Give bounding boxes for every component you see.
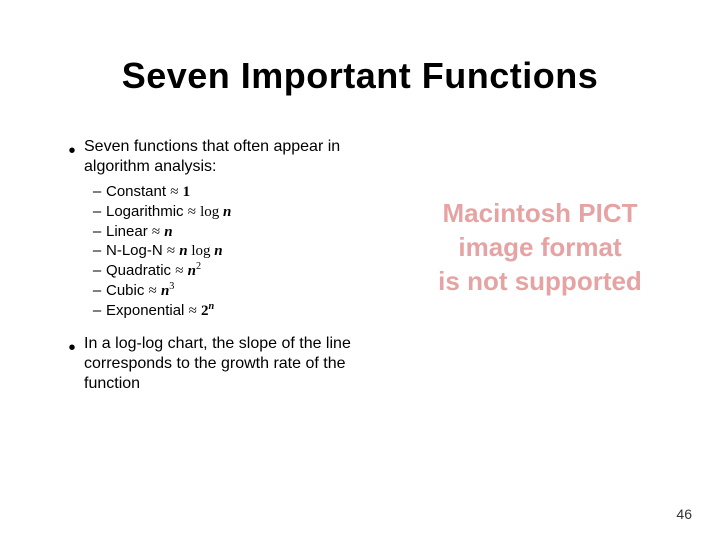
bullet-item: • In a log-log chart, the slope of the l… bbox=[60, 334, 390, 394]
image-placeholder: Macintosh PICT image format is not suppo… bbox=[420, 137, 660, 400]
function-entry: Logarithmic ≈ log n bbox=[106, 203, 390, 222]
function-entry: N-Log-N ≈ n log n bbox=[106, 242, 390, 261]
placeholder-line: image format bbox=[420, 231, 660, 265]
placeholder-line: Macintosh PICT bbox=[420, 197, 660, 231]
list-item: – Quadratic ≈ n2 bbox=[88, 262, 390, 281]
approx-symbol: ≈ bbox=[167, 243, 175, 259]
placeholder-line: is not supported bbox=[420, 265, 660, 299]
function-name: Linear bbox=[106, 223, 148, 240]
dash-glyph: – bbox=[88, 223, 106, 242]
dash-glyph: – bbox=[88, 242, 106, 261]
page-number: 46 bbox=[676, 506, 692, 522]
bullet-glyph: • bbox=[60, 334, 84, 394]
approx-symbol: ≈ bbox=[175, 263, 183, 279]
function-entry: Quadratic ≈ n2 bbox=[106, 262, 390, 281]
function-name: N-Log-N bbox=[106, 242, 163, 259]
list-item: – Cubic ≈ n3 bbox=[88, 282, 390, 301]
function-expr: 2n bbox=[201, 303, 214, 319]
function-entry: Exponential ≈ 2n bbox=[106, 302, 390, 321]
function-expr: n2 bbox=[188, 263, 201, 279]
function-expr: n bbox=[164, 224, 172, 240]
function-expr: log n bbox=[200, 204, 231, 220]
function-expr: 1 bbox=[183, 184, 191, 200]
function-name: Cubic bbox=[106, 282, 144, 299]
left-column: • Seven functions that often appear in a… bbox=[60, 137, 390, 400]
dash-glyph: – bbox=[88, 282, 106, 301]
approx-symbol: ≈ bbox=[188, 204, 196, 220]
bullet-text: In a log-log chart, the slope of the lin… bbox=[84, 334, 390, 394]
function-entry: Constant ≈ 1 bbox=[106, 183, 390, 202]
function-name: Constant bbox=[106, 183, 166, 200]
function-entry: Linear ≈ n bbox=[106, 223, 390, 242]
function-list: – Constant ≈ 1 – Logarithmic ≈ log n bbox=[88, 183, 390, 320]
approx-symbol: ≈ bbox=[149, 283, 157, 299]
slide-content: • Seven functions that often appear in a… bbox=[60, 137, 660, 400]
list-item: – Linear ≈ n bbox=[88, 223, 390, 242]
list-item: – Constant ≈ 1 bbox=[88, 183, 390, 202]
dash-glyph: – bbox=[88, 183, 106, 202]
function-entry: Cubic ≈ n3 bbox=[106, 282, 390, 301]
dash-glyph: – bbox=[88, 262, 106, 281]
function-expr: n3 bbox=[161, 283, 174, 299]
list-item: – Logarithmic ≈ log n bbox=[88, 203, 390, 222]
function-name: Quadratic bbox=[106, 262, 171, 279]
bullet-text: Seven functions that often appear in alg… bbox=[84, 137, 390, 177]
approx-symbol: ≈ bbox=[189, 303, 197, 319]
function-expr: n log n bbox=[179, 243, 222, 259]
approx-symbol: ≈ bbox=[152, 224, 160, 240]
list-item: – N-Log-N ≈ n log n bbox=[88, 242, 390, 261]
function-name: Logarithmic bbox=[106, 203, 184, 220]
approx-symbol: ≈ bbox=[170, 184, 178, 200]
slide-container: Seven Important Functions • Seven functi… bbox=[0, 0, 720, 540]
dash-glyph: – bbox=[88, 302, 106, 321]
function-name: Exponential bbox=[106, 302, 184, 319]
bullet-item: • Seven functions that often appear in a… bbox=[60, 137, 390, 177]
bullet-glyph: • bbox=[60, 137, 84, 177]
slide-title: Seven Important Functions bbox=[60, 55, 660, 97]
dash-glyph: – bbox=[88, 203, 106, 222]
list-item: – Exponential ≈ 2n bbox=[88, 302, 390, 321]
